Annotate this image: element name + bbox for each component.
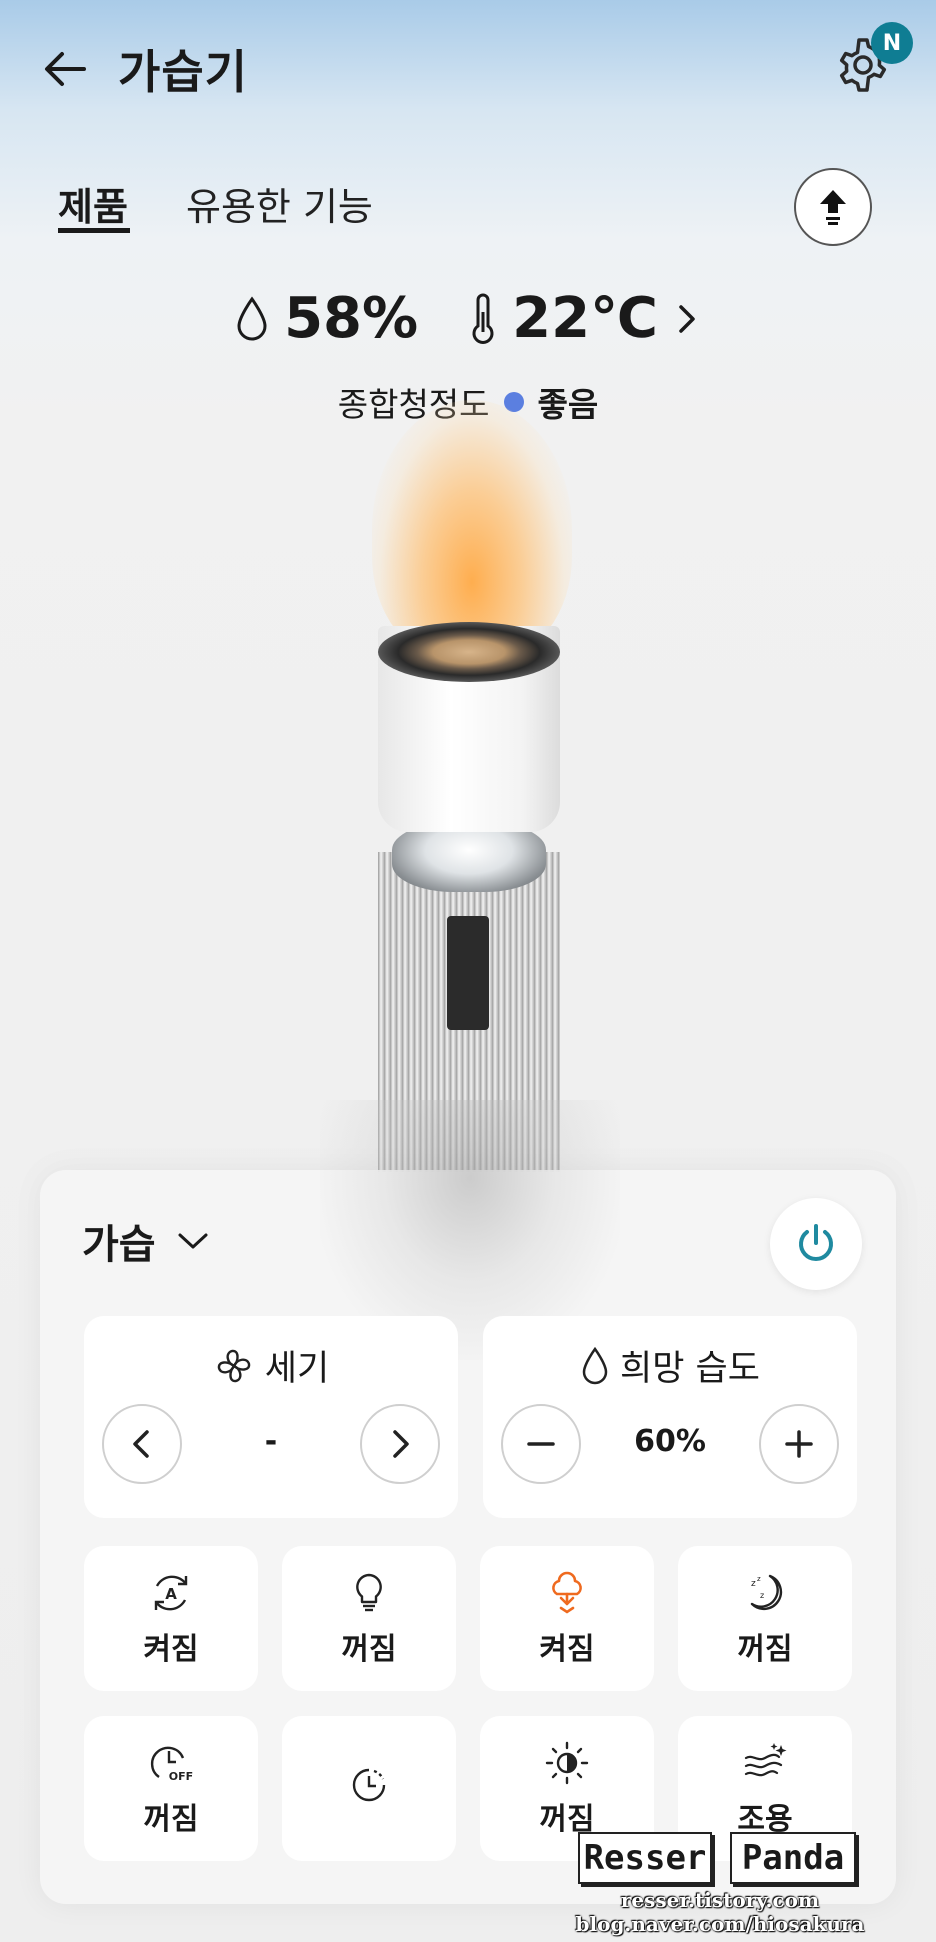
sleep-mode-icon: z z z bbox=[750, 1574, 783, 1610]
back-arrow-icon[interactable] bbox=[40, 44, 90, 94]
off-timer-tile[interactable]: OFF 꺼짐 bbox=[84, 1716, 258, 1861]
tab-product[interactable]: 제품 bbox=[58, 176, 128, 231]
thermometer-icon bbox=[472, 293, 494, 344]
power-icon bbox=[799, 1224, 833, 1261]
humidity-value: 58% bbox=[284, 286, 419, 351]
target-humidity-label: 희망 습도 bbox=[620, 1349, 760, 1389]
fan-icon bbox=[217, 1349, 250, 1382]
air-quality-value: 좋음 bbox=[537, 385, 599, 424]
humidity-drop-icon bbox=[582, 1346, 608, 1384]
water-level-window bbox=[447, 916, 489, 1030]
upload-button[interactable] bbox=[794, 168, 872, 246]
humidifier-steam bbox=[372, 400, 572, 660]
auto-mode-status: 켜짐 bbox=[143, 1631, 199, 1667]
auto-mode-tile[interactable]: A 켜짐 bbox=[84, 1546, 258, 1691]
mood-light-tile[interactable]: 켜짐 bbox=[480, 1546, 654, 1691]
sleep-mode-status: 꺼짐 bbox=[737, 1631, 793, 1667]
off-timer-icon: OFF bbox=[150, 1746, 193, 1783]
chevron-down-icon bbox=[178, 1233, 208, 1249]
light-status: 꺼짐 bbox=[341, 1631, 397, 1667]
timer-icon bbox=[352, 1768, 386, 1801]
timer-tile[interactable] bbox=[282, 1716, 456, 1861]
chevron-right-icon bbox=[679, 304, 695, 333]
light-bulb-icon bbox=[356, 1573, 382, 1611]
auto-mode-icon: A bbox=[154, 1575, 188, 1610]
svg-text:z: z bbox=[751, 1579, 756, 1589]
temperature-value: 22℃ bbox=[512, 286, 658, 351]
active-tab-indicator bbox=[58, 228, 130, 233]
fan-speed-increase-button[interactable] bbox=[360, 1404, 440, 1484]
svg-text:OFF: OFF bbox=[169, 1770, 193, 1783]
page-title: 가습기 bbox=[118, 45, 248, 99]
humidifier-outlet bbox=[378, 622, 560, 682]
tab-useful-features[interactable]: 유용한 기능 bbox=[186, 176, 373, 231]
fan-speed-label: 세기 bbox=[264, 1349, 330, 1389]
humidity-drop-icon bbox=[237, 295, 267, 340]
watermark-url-1: resser.tistory.com bbox=[620, 1888, 820, 1912]
humidifier-light-ring bbox=[392, 822, 546, 892]
humidity-increase-button[interactable] bbox=[759, 1404, 839, 1484]
watermark-url-2: blog.naver.com/hiosakura bbox=[575, 1912, 865, 1936]
svg-text:A: A bbox=[165, 1585, 177, 1603]
wind-mode-status: 조용 bbox=[737, 1801, 793, 1837]
power-button[interactable] bbox=[770, 1198, 862, 1290]
display-brightness-status: 꺼짐 bbox=[539, 1801, 595, 1837]
mode-label: 가습 bbox=[82, 1222, 156, 1268]
off-timer-status: 꺼짐 bbox=[143, 1801, 199, 1837]
watermark-right-box: Panda bbox=[730, 1832, 856, 1884]
sleep-mode-tile[interactable]: z z z 꺼짐 bbox=[678, 1546, 852, 1691]
upload-arrow-icon bbox=[820, 190, 846, 225]
brightness-icon bbox=[545, 1741, 589, 1784]
fan-speed-card: 세기 - bbox=[84, 1316, 458, 1518]
watermark-left-box: Resser bbox=[578, 1832, 712, 1884]
chevron-right-icon bbox=[393, 1430, 409, 1458]
target-humidity-card: 희망 습도 60% bbox=[483, 1316, 857, 1518]
svg-text:z: z bbox=[757, 1575, 761, 1583]
light-tile[interactable]: 꺼짐 bbox=[282, 1546, 456, 1691]
plus-icon bbox=[785, 1430, 813, 1458]
mood-light-status: 켜짐 bbox=[539, 1631, 595, 1667]
quiet-wind-icon bbox=[744, 1742, 787, 1776]
mood-light-icon bbox=[552, 1571, 582, 1614]
notification-badge: N bbox=[871, 22, 913, 64]
mode-selector[interactable]: 가습 bbox=[82, 1212, 210, 1270]
svg-text:z: z bbox=[760, 1591, 764, 1600]
environment-readings[interactable]: 58% 22℃ bbox=[0, 286, 936, 351]
